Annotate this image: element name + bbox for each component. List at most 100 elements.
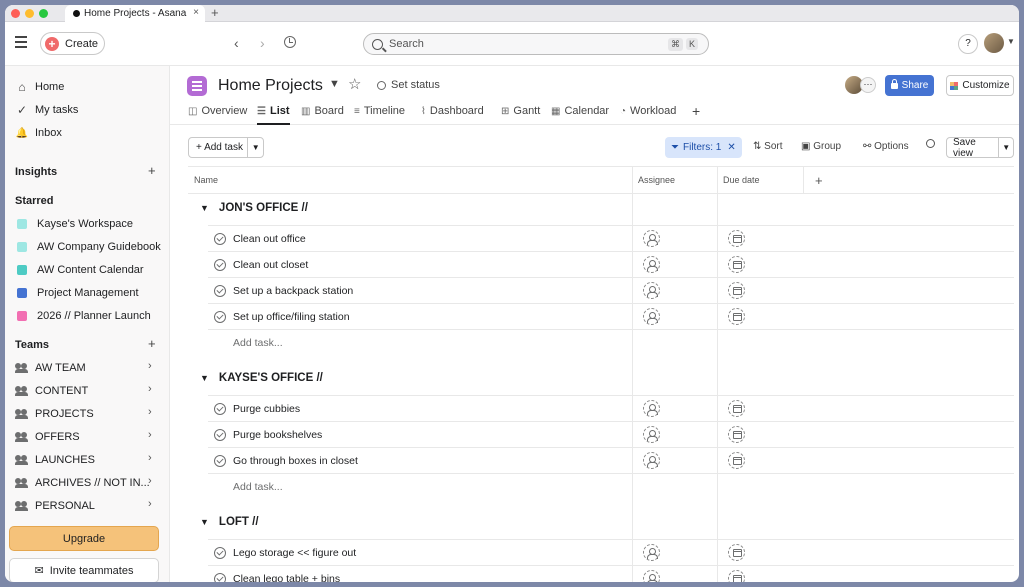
- chevron-right-icon[interactable]: ›: [148, 429, 152, 441]
- save-view-button[interactable]: Save view ▼: [946, 137, 1014, 159]
- complete-check-icon[interactable]: [214, 454, 226, 467]
- set-status-button[interactable]: Set status: [377, 79, 440, 91]
- table-row[interactable]: Clean out office: [208, 225, 1014, 251]
- column-header-due-date[interactable]: Due date: [717, 166, 803, 194]
- menu-icon[interactable]: [15, 36, 27, 51]
- complete-check-icon[interactable]: [214, 546, 226, 559]
- back-arrow-icon[interactable]: ‹: [234, 35, 239, 51]
- assignee-icon[interactable]: [643, 282, 660, 299]
- assignee-icon[interactable]: [643, 426, 660, 443]
- due-date-icon[interactable]: [728, 230, 745, 247]
- chevron-right-icon[interactable]: ›: [148, 360, 152, 372]
- add-tab-button[interactable]: +: [692, 101, 700, 121]
- table-row[interactable]: Purge bookshelves: [208, 421, 1014, 447]
- task-name[interactable]: Go through boxes in closet: [233, 455, 358, 467]
- invite-teammates-button[interactable]: ✉ Invite teammates: [9, 558, 159, 582]
- collapse-triangle-icon[interactable]: ▼: [200, 373, 209, 383]
- assignee-icon[interactable]: [643, 230, 660, 247]
- close-window-button[interactable]: [11, 9, 20, 18]
- sidebar-item-team[interactable]: ARCHIVES // NOT IN...: [15, 474, 150, 492]
- add-task-button[interactable]: + Add task ▼: [188, 137, 264, 158]
- sidebar-item-team[interactable]: PERSONAL: [15, 497, 95, 515]
- help-button[interactable]: ?: [958, 34, 978, 54]
- task-name[interactable]: Set up a backpack station: [233, 285, 353, 297]
- new-tab-button[interactable]: +: [211, 5, 219, 20]
- add-insight-icon[interactable]: +: [148, 163, 156, 178]
- tab-workload[interactable]: ◔ Workload: [620, 101, 676, 121]
- table-row[interactable]: Lego storage << figure out: [208, 539, 1014, 565]
- tab-list[interactable]: ☰ List: [257, 101, 290, 125]
- star-icon[interactable]: ☆: [348, 75, 361, 93]
- due-date-icon[interactable]: [728, 570, 745, 582]
- chevron-right-icon[interactable]: ›: [148, 475, 152, 487]
- sidebar-item-starred[interactable]: AW Content Calendar: [15, 261, 144, 279]
- create-button[interactable]: + Create: [40, 32, 105, 55]
- sidebar-item-starred[interactable]: AW Company Guidebook: [15, 238, 161, 256]
- due-date-icon[interactable]: [728, 256, 745, 273]
- tab-timeline[interactable]: ≡ Timeline: [354, 101, 405, 121]
- chevron-down-icon[interactable]: ▼: [1007, 37, 1015, 46]
- chevron-right-icon[interactable]: ›: [148, 498, 152, 510]
- due-date-icon[interactable]: [728, 544, 745, 561]
- complete-check-icon[interactable]: [214, 428, 226, 441]
- task-name[interactable]: Set up office/filing station: [233, 311, 350, 323]
- browser-tab[interactable]: Home Projects - Asana ×: [65, 5, 205, 22]
- chevron-right-icon[interactable]: ›: [148, 406, 152, 418]
- sidebar-item-starred[interactable]: 2026 // Planner Launch: [15, 307, 151, 325]
- table-row[interactable]: Clean lego table + bins: [208, 565, 1014, 582]
- task-name[interactable]: Purge cubbies: [233, 403, 300, 415]
- chevron-down-icon[interactable]: ▼: [999, 143, 1013, 152]
- table-row[interactable]: Set up office/filing station: [208, 303, 1014, 329]
- chevron-right-icon[interactable]: ›: [148, 383, 152, 395]
- complete-check-icon[interactable]: [214, 258, 226, 271]
- task-name[interactable]: Purge bookshelves: [233, 429, 322, 441]
- share-button[interactable]: Share: [885, 75, 934, 96]
- group-button[interactable]: ▣ Group: [801, 141, 841, 152]
- tab-close-icon[interactable]: ×: [193, 7, 199, 18]
- assignee-icon[interactable]: [643, 452, 660, 469]
- assignee-icon[interactable]: [643, 308, 660, 325]
- sidebar-item-team[interactable]: OFFERS: [15, 428, 80, 446]
- sidebar-item-starred[interactable]: Project Management: [15, 284, 139, 302]
- user-avatar[interactable]: [984, 33, 1004, 53]
- chevron-right-icon[interactable]: ›: [148, 452, 152, 464]
- table-row[interactable]: Clean out closet: [208, 251, 1014, 277]
- sidebar-item-home[interactable]: ⌂ Home: [15, 78, 64, 96]
- assignee-icon[interactable]: [643, 400, 660, 417]
- maximize-window-button[interactable]: [39, 9, 48, 18]
- due-date-icon[interactable]: [728, 452, 745, 469]
- chevron-down-icon[interactable]: ▼: [248, 143, 263, 152]
- assignee-icon[interactable]: [643, 570, 660, 582]
- options-button[interactable]: ⚯ Options: [863, 141, 909, 152]
- add-team-icon[interactable]: +: [148, 336, 156, 351]
- history-clock-icon[interactable]: [284, 36, 296, 48]
- assignee-icon[interactable]: [643, 256, 660, 273]
- column-header-name[interactable]: Name: [188, 166, 632, 194]
- due-date-icon[interactable]: [728, 308, 745, 325]
- search-input[interactable]: Search ⌘ K: [363, 33, 709, 55]
- table-row[interactable]: Purge cubbies: [208, 395, 1014, 421]
- upgrade-button[interactable]: Upgrade: [9, 526, 159, 551]
- filters-button[interactable]: ⏷ Filters: 1 ✕: [665, 137, 742, 158]
- sidebar-item-starred[interactable]: Kayse's Workspace: [15, 215, 133, 233]
- task-name[interactable]: Clean lego table + bins: [233, 573, 340, 583]
- complete-check-icon[interactable]: [214, 402, 226, 415]
- sort-button[interactable]: ⇅ Sort: [753, 141, 783, 152]
- assignee-icon[interactable]: [643, 544, 660, 561]
- tab-overview[interactable]: ◫ Overview: [188, 101, 247, 121]
- due-date-icon[interactable]: [728, 400, 745, 417]
- section-header[interactable]: ▼ LOFT //: [188, 509, 1014, 535]
- sidebar-item-team[interactable]: CONTENT: [15, 382, 88, 400]
- section-header[interactable]: ▼ KAYSE'S OFFICE //: [188, 365, 1014, 391]
- clear-filter-icon[interactable]: ✕: [727, 142, 735, 153]
- sidebar-item-team[interactable]: LAUNCHES: [15, 451, 95, 469]
- tab-calendar[interactable]: ▦ Calendar: [551, 101, 609, 121]
- complete-check-icon[interactable]: [214, 284, 226, 297]
- table-row[interactable]: Go through boxes in closet: [208, 447, 1014, 473]
- collapse-triangle-icon[interactable]: ▼: [200, 517, 209, 527]
- sidebar-item-team[interactable]: AW TEAM: [15, 359, 86, 377]
- tab-gantt[interactable]: ⊞ Gantt: [501, 101, 540, 121]
- complete-check-icon[interactable]: [214, 572, 226, 582]
- complete-check-icon[interactable]: [214, 310, 226, 323]
- due-date-icon[interactable]: [728, 426, 745, 443]
